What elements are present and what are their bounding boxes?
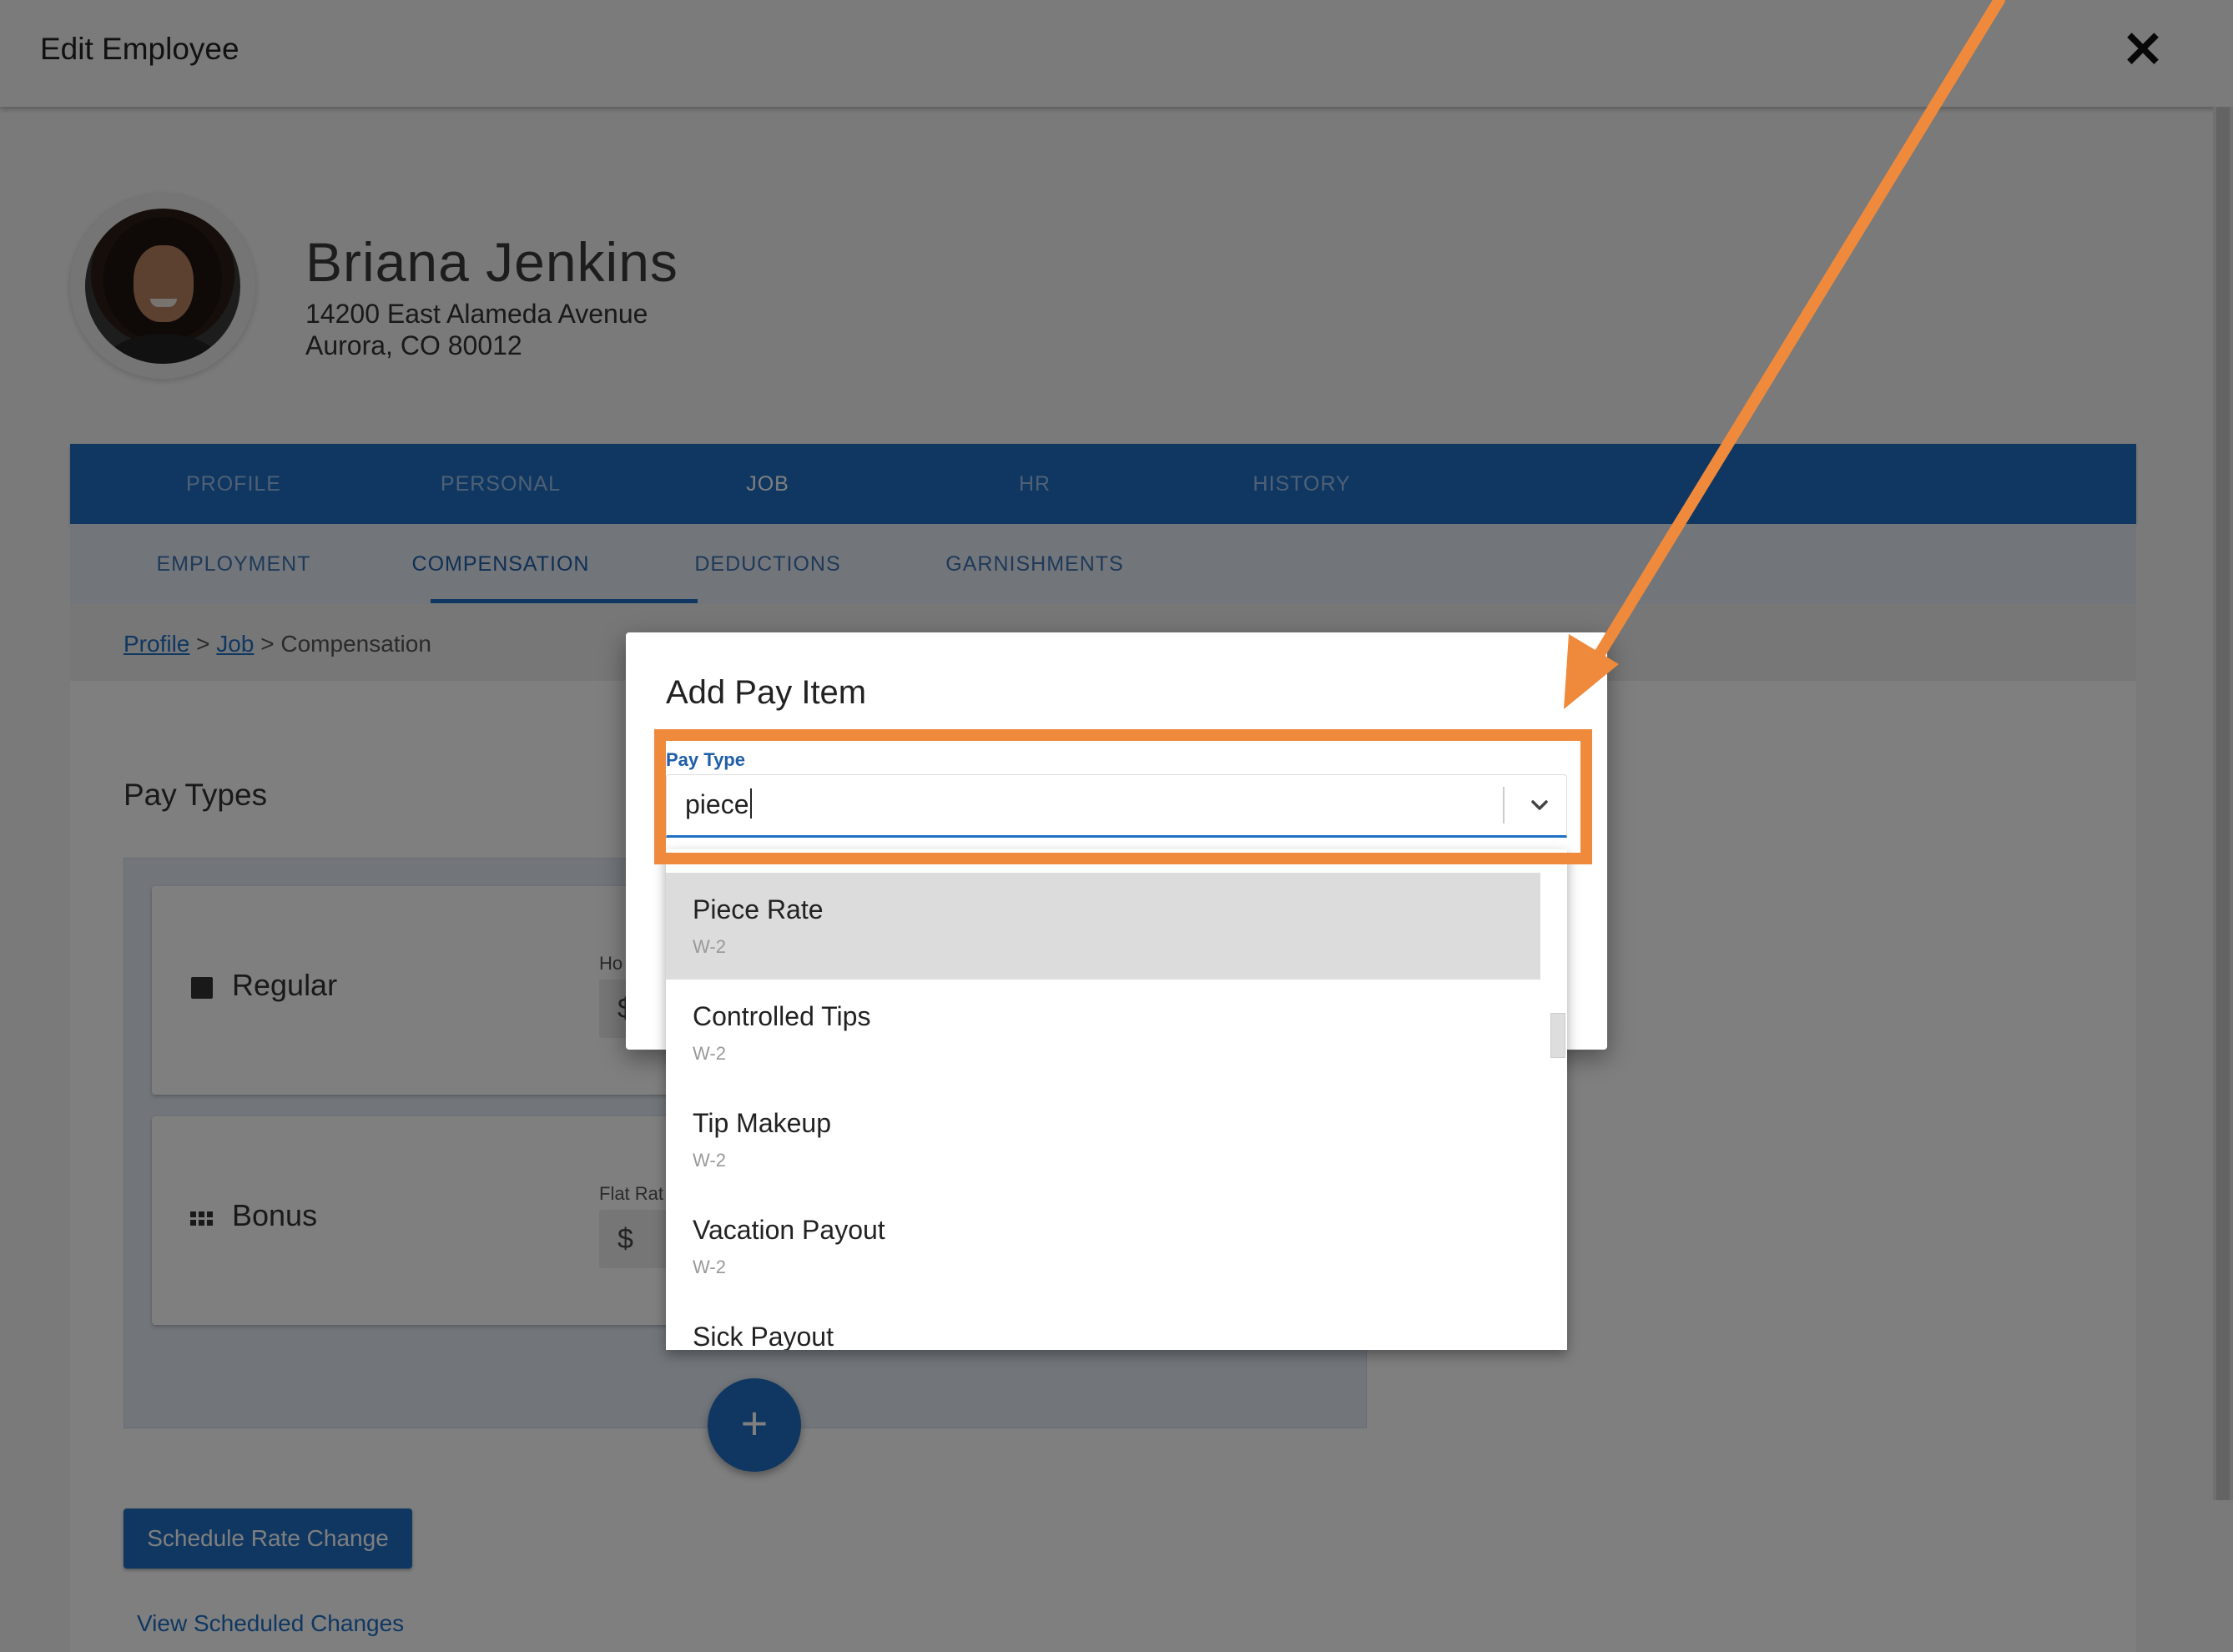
pay-type-input[interactable]: piece (685, 788, 752, 820)
option-name: Tip Makeup (693, 1108, 831, 1138)
option-subtext: W-2 (693, 1043, 726, 1064)
option-tip-makeup[interactable]: Tip Makeup W-2 (666, 1086, 1540, 1193)
option-name: Sick Payout (693, 1322, 834, 1350)
dialog-title: Add Pay Item (666, 674, 867, 711)
select-divider (1503, 787, 1505, 823)
option-name: Controlled Tips (693, 1001, 871, 1031)
option-subtext: W-2 (693, 936, 726, 957)
option-subtext: W-2 (693, 1150, 726, 1171)
pay-type-select[interactable]: piece (666, 774, 1567, 838)
dropdown-scrollbar-thumb[interactable] (1550, 1013, 1565, 1058)
option-vacation-payout[interactable]: Vacation Payout W-2 (666, 1193, 1540, 1300)
pay-type-input-text: piece (685, 789, 749, 819)
option-subtext: W-2 (693, 1257, 726, 1277)
option-name: Piece Rate (693, 894, 824, 924)
dropdown-scrollbar[interactable] (1542, 849, 1565, 1350)
text-cursor (749, 788, 752, 818)
option-piece-rate[interactable]: Piece Rate W-2 (666, 873, 1540, 980)
pay-type-label: Pay Type (666, 749, 745, 770)
option-sick-payout[interactable]: Sick Payout (666, 1300, 1540, 1350)
pay-type-dropdown: Piece Rate W-2 Controlled Tips W-2 Tip M… (666, 849, 1567, 1350)
option-name: Vacation Payout (693, 1215, 885, 1245)
chevron-down-icon[interactable] (1521, 787, 1558, 823)
option-controlled-tips[interactable]: Controlled Tips W-2 (666, 980, 1540, 1086)
